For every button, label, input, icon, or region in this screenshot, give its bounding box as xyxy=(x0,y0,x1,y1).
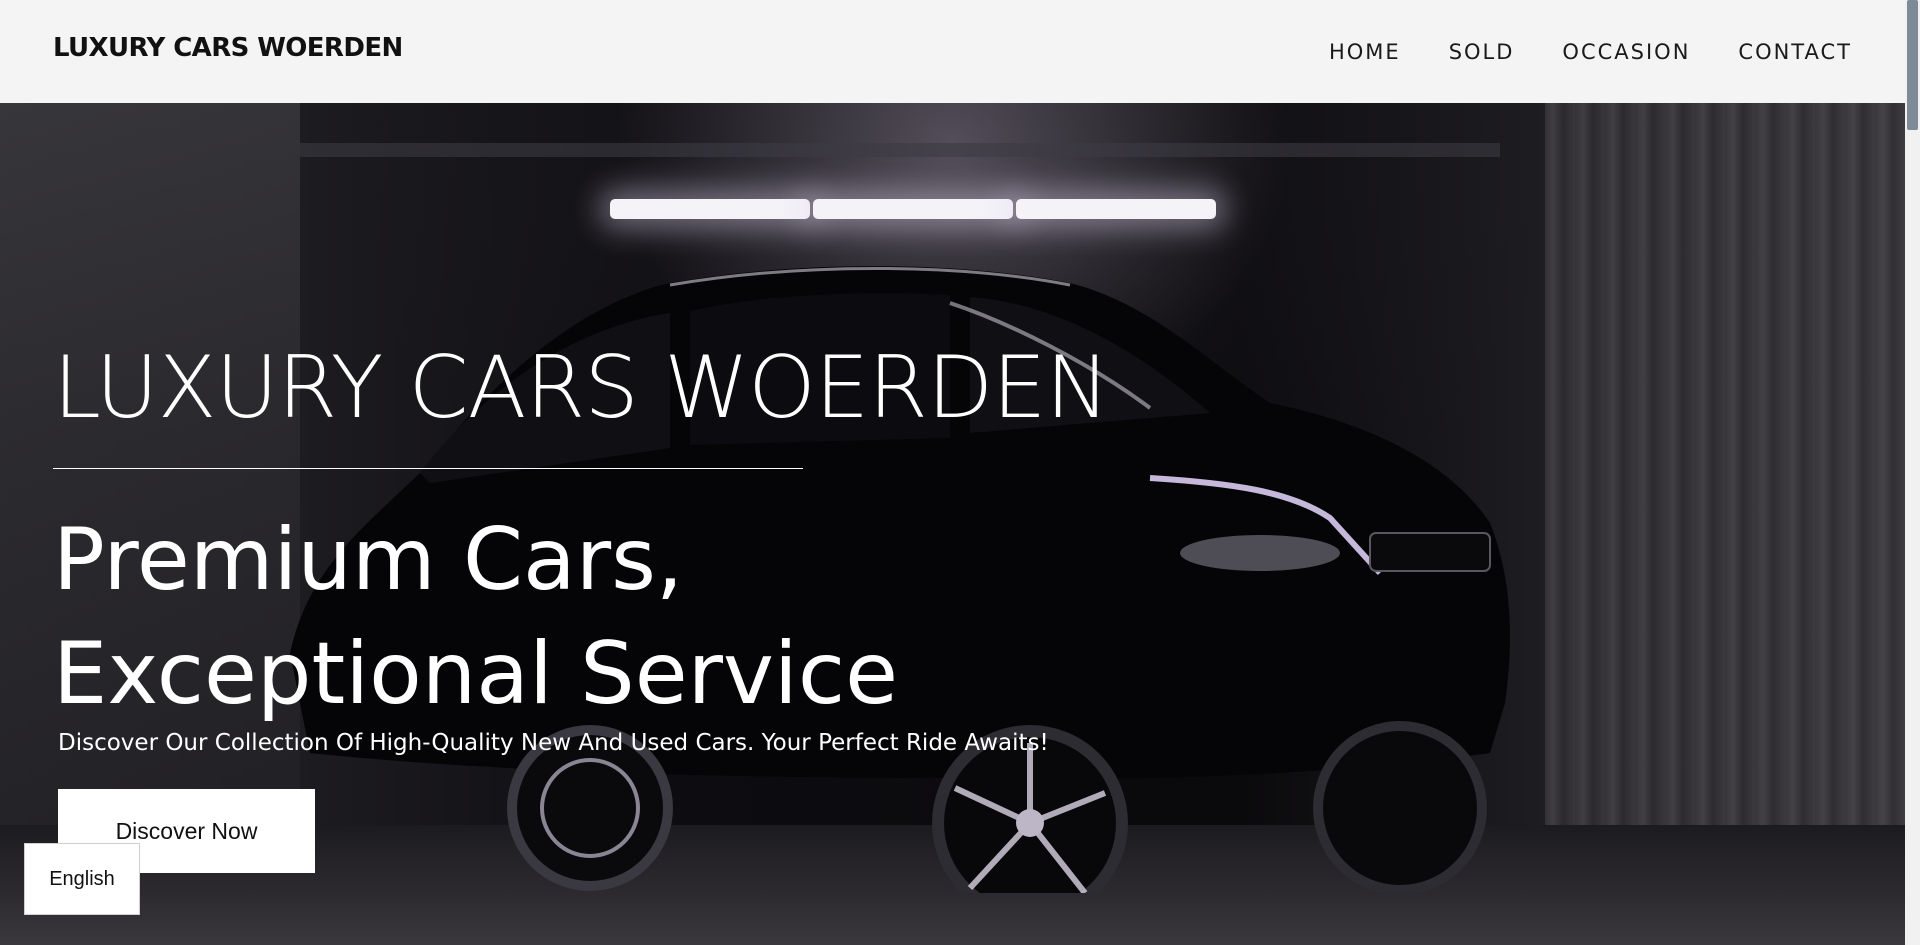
page-scrollbar[interactable] xyxy=(1905,0,1920,945)
language-selector-button[interactable]: English xyxy=(24,843,140,915)
hero-tagline-line-1: Premium Cars, xyxy=(53,510,684,610)
hero-tagline-line-2: Exceptional Service xyxy=(53,624,899,724)
hero-divider xyxy=(53,468,803,469)
nav-occasion[interactable]: OCCASION xyxy=(1562,40,1690,64)
hero-subtitle: Discover Our Collection Of High-Quality … xyxy=(58,730,1049,756)
hero-title: LUXURY CARS WOERDEN xyxy=(53,338,1110,438)
scrollbar-thumb[interactable] xyxy=(1907,0,1918,130)
brand-logo[interactable]: LUXURY CARS WOERDEN xyxy=(53,33,403,63)
ceiling-light xyxy=(813,199,1013,219)
hero-tagline: Premium Cars, Exceptional Service xyxy=(53,503,898,731)
hero-section: LUXURY CARS WOERDEN Premium Cars, Except… xyxy=(0,103,1905,945)
site-header: LUXURY CARS WOERDEN HOME SOLD OCCASION C… xyxy=(0,0,1905,103)
main-nav: HOME SOLD OCCASION CONTACT xyxy=(1329,40,1852,64)
nav-sold[interactable]: SOLD xyxy=(1449,40,1515,64)
nav-home[interactable]: HOME xyxy=(1329,40,1401,64)
ceiling-light xyxy=(610,199,810,219)
page: LUXURY CARS WOERDEN HOME SOLD OCCASION C… xyxy=(0,0,1920,945)
nav-contact[interactable]: CONTACT xyxy=(1738,40,1852,64)
hero-background-ceiling xyxy=(300,143,1500,157)
ceiling-light xyxy=(1016,199,1216,219)
